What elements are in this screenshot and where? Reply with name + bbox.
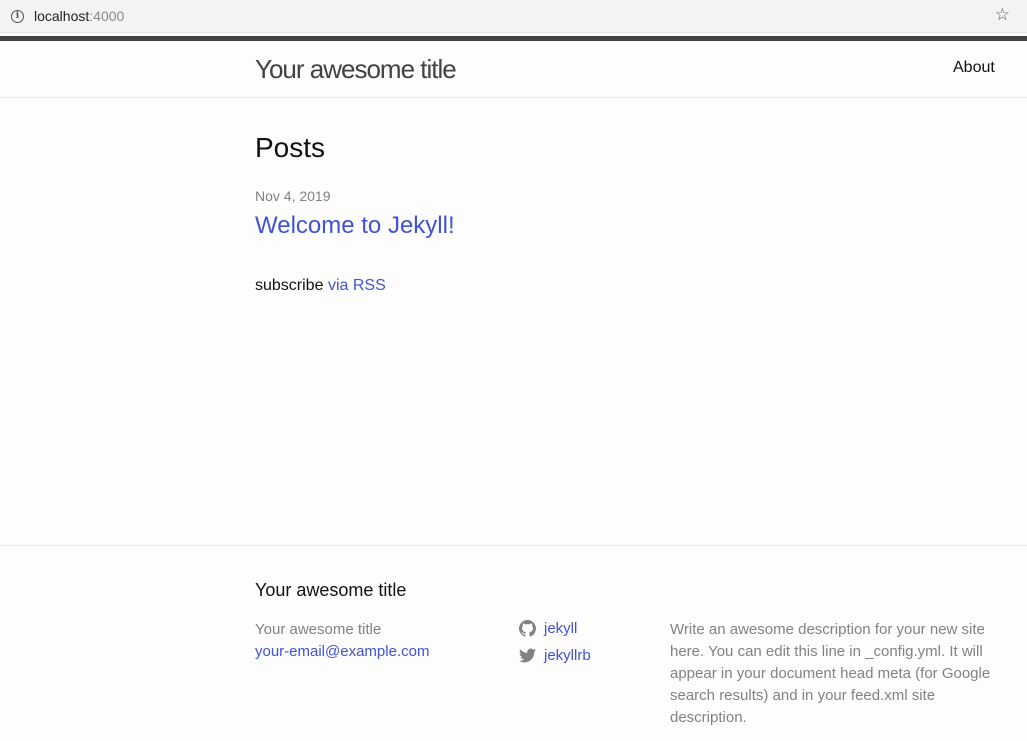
site-title-link[interactable]: Your awesome title: [255, 54, 457, 85]
footer-site-name: Your awesome title: [255, 621, 382, 638]
footer-email-link[interactable]: your-email@example.com: [255, 643, 429, 660]
footer-heading: Your awesome title: [255, 580, 407, 600]
rss-link[interactable]: via RSS: [328, 277, 386, 294]
site-footer: Your awesome title Your awesome title yo…: [0, 545, 1027, 741]
github-username: jekyll: [544, 620, 578, 637]
info-icon[interactable]: i: [11, 10, 24, 23]
twitter-icon: [519, 648, 536, 663]
page-heading: Posts: [255, 132, 326, 163]
twitter-username: jekyllrb: [544, 647, 591, 664]
nav-about-link[interactable]: About: [953, 59, 995, 77]
browser-address-bar[interactable]: i localhost:4000 ☆: [0, 0, 1027, 33]
subscribe-text: subscribe: [255, 277, 324, 294]
github-icon: [519, 620, 536, 637]
site-description: Write an awesome description for your ne…: [670, 621, 991, 726]
subscribe-line: subscribe via RSS: [255, 277, 386, 295]
site-header: Your awesome title About: [0, 41, 1027, 98]
post-title-link[interactable]: Welcome to Jekyll!: [255, 212, 455, 240]
post-date: Nov 4, 2019: [255, 188, 331, 204]
url-text[interactable]: localhost:4000: [34, 8, 124, 24]
bookmark-star-icon[interactable]: ☆: [995, 5, 1010, 25]
